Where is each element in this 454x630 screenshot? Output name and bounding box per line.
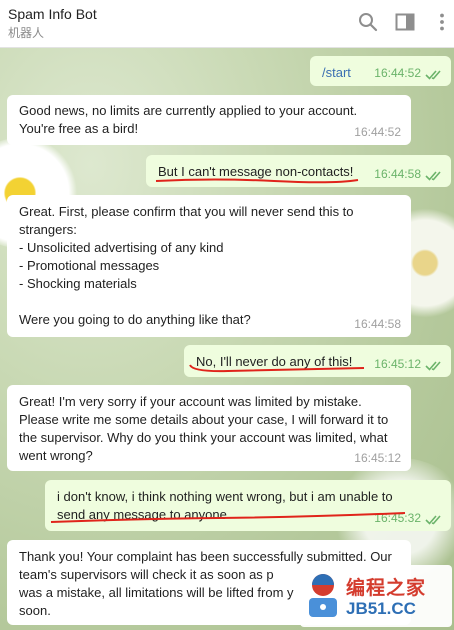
- message-text: Great! I'm very sorry if your account wa…: [19, 394, 389, 463]
- message-incoming[interactable]: Great! I'm very sorry if your account wa…: [7, 385, 411, 471]
- chat-header: Spam Info Bot 机器人: [0, 0, 454, 48]
- watermark-domain: JB51.CC: [346, 599, 416, 618]
- message-outgoing[interactable]: i don't know, i think nothing went wrong…: [45, 480, 451, 531]
- person-logo-icon: [309, 574, 337, 617]
- double-check-icon: [425, 171, 441, 181]
- message-text: Great. First, please confirm that you wi…: [19, 204, 354, 327]
- message-text: /start: [322, 65, 351, 80]
- search-icon[interactable]: [356, 10, 380, 34]
- watermark-logo: 编程之家 JB51.CC: [300, 565, 452, 627]
- message-outgoing[interactable]: No, I'll never do any of this! 16:45:12: [184, 345, 451, 377]
- more-vertical-icon[interactable]: [430, 10, 454, 34]
- message-time: 16:44:52: [354, 125, 401, 139]
- message-incoming[interactable]: Good news, no limits are currently appli…: [7, 95, 411, 145]
- message-outgoing[interactable]: /start 16:44:52: [310, 56, 451, 86]
- watermark-text: 编程之家: [346, 578, 427, 599]
- double-check-icon: [425, 70, 441, 80]
- message-text: Good news, no limits are currently appli…: [19, 103, 358, 136]
- double-check-icon: [425, 515, 441, 525]
- message-time: 16:44:52: [374, 66, 421, 80]
- message-outgoing[interactable]: But I can't message non-contacts! 16:44:…: [146, 155, 451, 187]
- red-underline-annotation: [189, 364, 365, 373]
- chat-subtitle: 机器人: [8, 26, 45, 40]
- double-check-icon: [425, 361, 441, 371]
- red-underline-annotation: [155, 178, 359, 184]
- message-time: 16:44:58: [354, 317, 401, 331]
- red-underline-annotation: [50, 512, 406, 523]
- message-time: 16:45:12: [374, 357, 421, 371]
- message-time: 16:45:12: [354, 451, 401, 465]
- chat-title: Spam Info Bot: [8, 6, 97, 22]
- message-time: 16:44:58: [374, 167, 421, 181]
- sidebar-toggle-icon[interactable]: [393, 10, 417, 34]
- message-incoming[interactable]: Great. First, please confirm that you wi…: [7, 195, 411, 337]
